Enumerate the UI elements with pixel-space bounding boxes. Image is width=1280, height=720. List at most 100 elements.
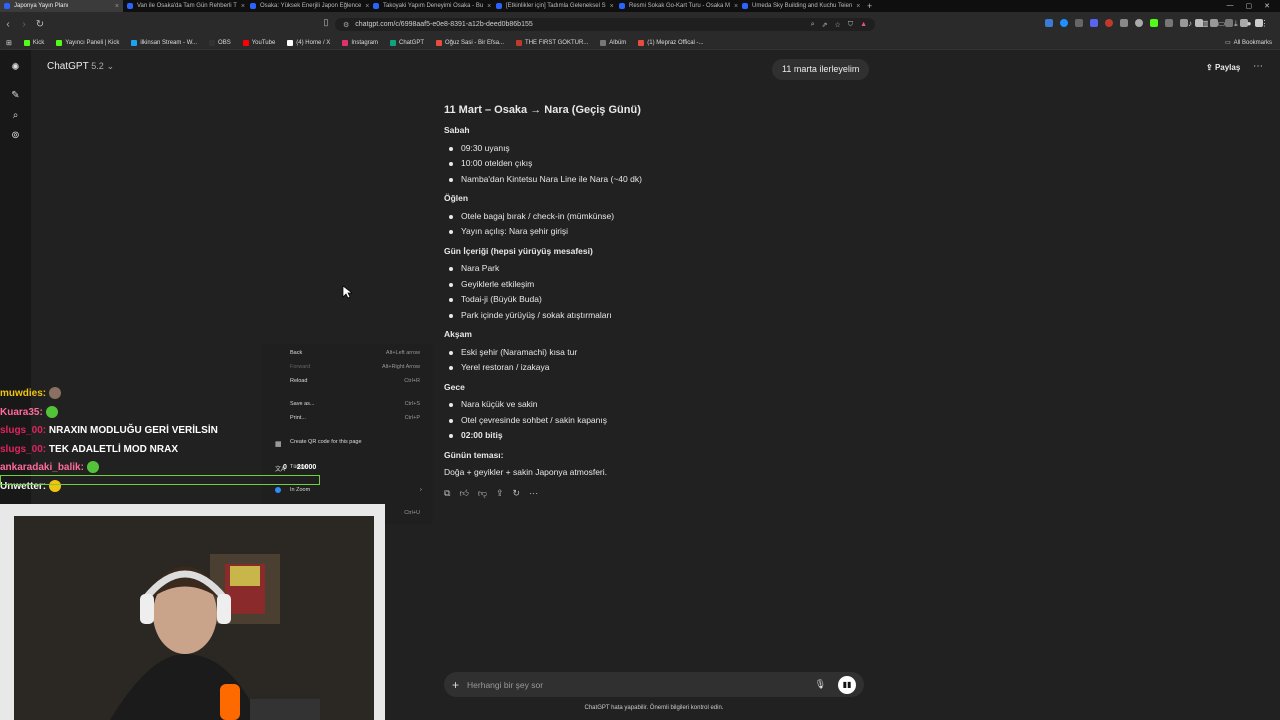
bookmark-item[interactable]: ChatGPT: [390, 39, 424, 46]
browser-tab[interactable]: Resmi Sokak Go-Kart Turu - Osaka M ×: [615, 0, 738, 12]
plus-icon[interactable]: +: [452, 678, 459, 692]
new-chat-icon[interactable]: ✎: [10, 90, 21, 101]
window-icon[interactable]: ▭: [1218, 19, 1226, 29]
context-menu-item[interactable]: Reload Ctrl+R: [290, 378, 420, 384]
download-icon[interactable]: ⤓: [1234, 19, 1238, 29]
all-bookmarks-button[interactable]: ▭ All Bookmarks: [1225, 39, 1272, 47]
chat-username: ankaradaki_balik:: [0, 462, 84, 473]
browser-tab[interactable]: Takoyaki Yapım Deneyimi Osaka - Bu ×: [369, 0, 492, 12]
close-icon[interactable]: ×: [115, 3, 119, 10]
goal-current: 0: [283, 464, 287, 471]
shield-icon[interactable]: ⛉: [848, 21, 853, 29]
extension-icon[interactable]: [1165, 19, 1173, 27]
browser-tab[interactable]: Osaka: Yüksek Enerjili Japon Eğlence ×: [246, 0, 369, 12]
thumbs-up-icon[interactable]: 👍︎: [459, 488, 468, 499]
browser-menu-icon[interactable]: ⋮: [1261, 19, 1269, 29]
list-item: 09:30 uyanış: [444, 141, 874, 157]
close-icon[interactable]: ×: [856, 3, 860, 10]
back-arrow-icon[interactable]: ‹: [0, 19, 16, 30]
search-icon[interactable]: ⌕: [10, 110, 21, 121]
extension-icon[interactable]: [1045, 19, 1053, 27]
copy-icon[interactable]: ⧉: [444, 488, 450, 499]
chat-message: Kuara35:: [0, 404, 330, 423]
forward-arrow-icon[interactable]: ›: [16, 19, 32, 30]
prompt-input-box[interactable]: + Herhangi bir şey sor 🎙︎ ▮▮: [444, 672, 864, 697]
more-options-icon[interactable]: ⋯: [1253, 61, 1263, 72]
extension-triangle-icon[interactable]: ▲: [860, 21, 867, 29]
browser-side-icons: ♪ ▥ ▭ ⤓ ● ⋮: [1188, 19, 1269, 29]
close-window-icon[interactable]: ✕: [1264, 2, 1270, 10]
chat-username: Kuara35:: [0, 406, 43, 418]
bookmark-item[interactable]: (4) Home / X: [287, 39, 330, 46]
bookmark-item[interactable]: THE FIRST GOKTUR...: [516, 39, 588, 46]
extension-icon[interactable]: [1105, 19, 1113, 27]
openai-logo-icon[interactable]: ✺: [10, 62, 21, 73]
chat-text: TEK ADALETLİ MOD NRAX: [46, 443, 178, 455]
sidepanel-icon[interactable]: ▥: [1201, 19, 1209, 29]
bookmark-item[interactable]: ilkinsan Stream - W...: [131, 39, 197, 46]
chat-username: slugs_00:: [0, 425, 47, 436]
regenerate-icon[interactable]: ↻: [513, 488, 521, 499]
browser-tab[interactable]: Van ile Osaka'da Tam Gün Rehberli T ×: [123, 0, 246, 12]
maximize-icon[interactable]: ▢: [1246, 2, 1253, 10]
model-selector[interactable]: ChatGPT 5.2 ⌄: [47, 61, 114, 72]
voice-mode-icon[interactable]: ▮▮: [838, 675, 856, 694]
bookmark-page-icon[interactable]: ▯: [318, 17, 334, 28]
address-bar[interactable]: ⚙ chatgpt.com/c/6998aaf5-e0e8-8391-a12b-…: [335, 18, 875, 31]
browser-tab[interactable]: Umeda Sky Building and Kuchu Teien ×: [738, 0, 861, 12]
share-button[interactable]: ⇪ Paylaş: [1206, 63, 1240, 72]
menu-item-shortcut: Ctrl+U: [404, 510, 420, 516]
microphone-icon[interactable]: 🎙︎: [815, 679, 826, 690]
list-item: 02:00 bitiş: [444, 428, 874, 444]
tab-title: Resmi Sokak Go-Kart Turu - Osaka M: [629, 3, 731, 9]
bookmark-item[interactable]: (1) Mepraz Offical -...: [638, 39, 704, 46]
thumbs-down-icon[interactable]: 👎︎: [478, 488, 487, 499]
zoom-icon[interactable]: ⌕: [811, 21, 815, 29]
bookmark-item[interactable]: Oğuz Sasi - Bir Efsa...: [436, 39, 504, 46]
response-actions: ⧉ 👍︎ 👎︎ ⇪ ↻ ⋯: [444, 488, 538, 499]
extension-icon[interactable]: [1150, 19, 1158, 27]
extension-icon[interactable]: [1075, 19, 1083, 27]
profile-icon[interactable]: ●: [1247, 19, 1252, 29]
more-icon[interactable]: ⋯: [529, 488, 538, 499]
reload-icon[interactable]: ↻: [32, 19, 48, 30]
close-icon[interactable]: ×: [610, 3, 614, 10]
menu-item-shortcut: Ctrl+S: [404, 401, 420, 407]
prompt-placeholder[interactable]: Herhangi bir şey sor: [467, 680, 543, 690]
browser-tab[interactable]: [Etkinlikler için] Tadımla Geleneksel S ×: [492, 0, 615, 12]
share-page-icon[interactable]: ⇗: [822, 21, 828, 29]
tab-title: Van ile Osaka'da Tam Gün Rehberli T: [137, 3, 237, 9]
close-icon[interactable]: ×: [241, 3, 245, 10]
star-icon[interactable]: ☆: [835, 21, 841, 29]
site-info-icon[interactable]: ⚙: [343, 21, 349, 29]
media-icon[interactable]: ♪: [1188, 19, 1192, 29]
extension-icon[interactable]: [1060, 19, 1068, 27]
bookmark-item[interactable]: Instagram: [342, 39, 378, 46]
tab-title: Osaka: Yüksek Enerjili Japon Eğlence: [260, 3, 362, 9]
emote-icon: [86, 461, 99, 474]
share-response-icon[interactable]: ⇪: [496, 488, 504, 499]
new-tab-icon[interactable]: +: [861, 1, 878, 11]
extension-icon[interactable]: [1180, 19, 1188, 27]
close-icon[interactable]: ×: [487, 3, 491, 10]
minimize-icon[interactable]: —: [1227, 2, 1234, 10]
apps-grid-icon[interactable]: ⊞: [6, 39, 12, 47]
bookmark-item[interactable]: YouTube: [242, 39, 275, 46]
user-message-bubble: 11 marta ilerleyelim: [772, 59, 870, 80]
goal-bar: 0 21000: [0, 464, 320, 485]
extension-icon[interactable]: [1090, 19, 1098, 27]
mouse-cursor-icon: [342, 285, 352, 299]
bookmark-favicon-icon: [56, 39, 63, 46]
bookmark-item[interactable]: Yayıncı Paneli | Kick: [56, 39, 119, 46]
window-controls: — ▢ ✕: [1227, 2, 1280, 10]
context-menu-item[interactable]: Back Alt+Left arrow: [290, 350, 420, 356]
library-icon[interactable]: ⊚: [10, 130, 21, 141]
browser-tab[interactable]: Japonya Yayın Planı ×: [0, 0, 123, 12]
list-item: Geyiklerle etkileşim: [444, 277, 874, 293]
bookmark-item[interactable]: Albüm: [600, 39, 626, 46]
extension-icon[interactable]: [1135, 19, 1143, 27]
bookmark-item[interactable]: Kick: [23, 39, 44, 46]
context-menu-item[interactable]: Forward Alt+Right Arrow: [290, 364, 420, 370]
extension-icon[interactable]: [1120, 19, 1128, 27]
bookmark-item[interactable]: OBS: [209, 39, 231, 46]
